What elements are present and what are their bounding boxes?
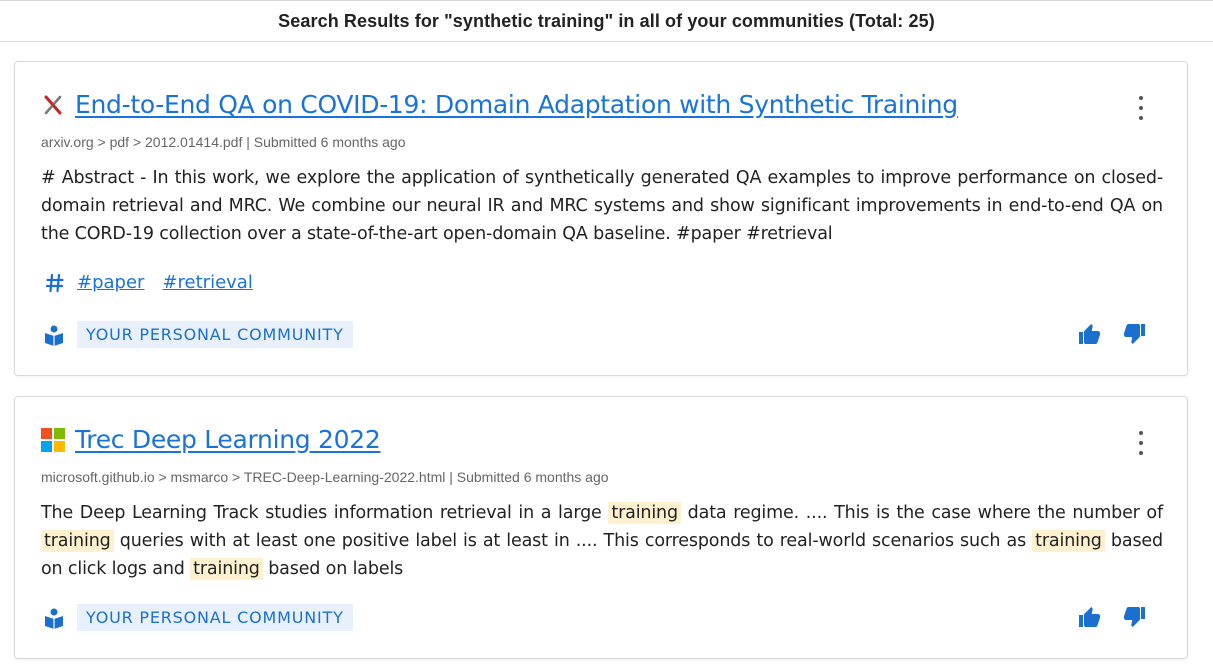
result-title-row: Trec Deep Learning 2022 <box>41 425 381 454</box>
result-meta: arxiv.org > pdf > 2012.01414.pdf | Submi… <box>41 134 406 150</box>
community-reader-icon <box>45 325 63 346</box>
tag-list: #paper #retrieval <box>45 272 271 293</box>
vote-controls <box>1055 322 1147 346</box>
result-title-row: End-to-End QA on COVID-19: Domain Adapta… <box>41 90 958 119</box>
vote-controls <box>1055 605 1147 629</box>
tag-paper[interactable]: #paper <box>77 272 144 293</box>
community-row: YOUR PERSONAL COMMUNITY <box>43 321 353 348</box>
community-badge[interactable]: YOUR PERSONAL COMMUNITY <box>77 321 353 348</box>
highlight-match: training <box>1032 530 1105 552</box>
highlight-match: training <box>41 530 114 552</box>
tag-retrieval[interactable]: #retrieval <box>162 272 252 293</box>
arxiv-x-icon <box>41 93 65 117</box>
more-options-icon[interactable] <box>1131 96 1151 120</box>
result-meta: microsoft.github.io > msmarco > TREC-Dee… <box>41 469 609 485</box>
result-title-link[interactable]: Trec Deep Learning 2022 <box>75 425 381 454</box>
results-header: Search Results for "synthetic training" … <box>0 0 1213 42</box>
more-options-icon[interactable] <box>1131 431 1151 455</box>
thumbs-up-icon[interactable] <box>1077 322 1101 346</box>
community-badge[interactable]: YOUR PERSONAL COMMUNITY <box>77 604 353 631</box>
hashtag-icon <box>45 273 64 292</box>
thumbs-down-icon[interactable] <box>1123 605 1147 629</box>
results-title: Search Results for "synthetic training" … <box>278 10 935 31</box>
result-snippet: The Deep Learning Track studies informat… <box>41 502 1164 580</box>
highlight-match: training <box>608 502 681 524</box>
microsoft-logo-icon <box>41 427 65 452</box>
thumbs-down-icon[interactable] <box>1123 322 1147 346</box>
community-row: YOUR PERSONAL COMMUNITY <box>43 604 353 631</box>
result-title-link[interactable]: End-to-End QA on COVID-19: Domain Adapta… <box>75 90 958 119</box>
result-card: End-to-End QA on COVID-19: Domain Adapta… <box>14 61 1188 376</box>
community-reader-icon <box>45 608 63 629</box>
highlight-match: training <box>190 558 263 580</box>
result-card: Trec Deep Learning 2022 microsoft.github… <box>14 396 1188 659</box>
result-snippet: # Abstract - In this work, we explore th… <box>41 168 1163 244</box>
thumbs-up-icon[interactable] <box>1077 605 1101 629</box>
